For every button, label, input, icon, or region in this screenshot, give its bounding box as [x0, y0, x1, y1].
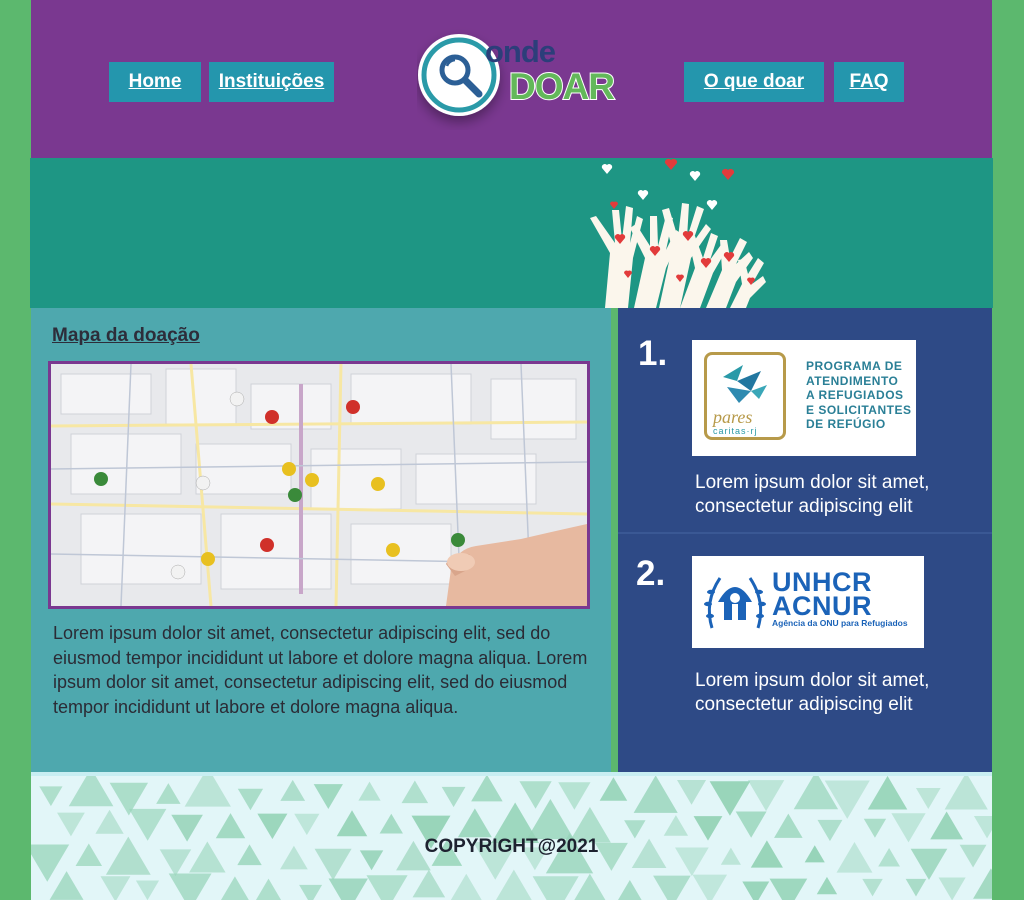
city-map-with-pins — [51, 364, 587, 606]
decorative-triangle — [156, 783, 181, 804]
decorative-triangle — [68, 776, 114, 807]
map-section-title: Mapa da doação — [52, 325, 200, 346]
decorative-triangle — [558, 782, 591, 810]
decorative-triangle — [457, 808, 492, 838]
decorative-triangle — [633, 776, 678, 813]
decorative-triangle — [915, 787, 941, 810]
decorative-triangle — [57, 812, 85, 837]
decorative-triangle — [450, 873, 482, 900]
decorative-triangle — [49, 871, 84, 900]
decorative-triangle — [255, 878, 282, 900]
decorative-triangle — [379, 813, 403, 834]
decorative-triangle — [863, 818, 887, 838]
decorative-triangle — [653, 875, 691, 900]
hero-banner — [30, 158, 993, 308]
decorative-triangle — [441, 786, 466, 808]
nav-home-link[interactable]: Home — [109, 62, 201, 102]
organizations-divider — [618, 532, 992, 534]
map-section: Mapa da doação Lorem ipsum dolor sit ame… — [31, 308, 611, 772]
decorative-triangle — [401, 780, 429, 804]
organizations-panel: 1. pares caritas·rj PROGRAMA DE ATENDIME… — [618, 308, 992, 772]
pares-program-text: PROGRAMA DE ATENDIMENTO A REFUGIADOS E S… — [806, 359, 912, 431]
decorative-triangle — [774, 813, 803, 838]
decorative-triangle — [215, 813, 246, 839]
donation-map-image[interactable] — [48, 361, 590, 609]
decorative-triangle — [412, 869, 446, 898]
unhcr-tagline: Agência da ONU para Refugiados — [772, 618, 908, 628]
pares-wordmark: pares — [713, 407, 753, 427]
decorative-triangle — [862, 878, 883, 897]
decorative-triangle — [677, 780, 707, 805]
nav-o-que-doar-link[interactable]: O que doar — [684, 62, 824, 102]
map-section-body: Lorem ipsum dolor sit amet, consectetur … — [53, 623, 588, 717]
unhcr-emblem-icon — [704, 577, 766, 629]
decorative-triangle — [237, 788, 264, 811]
decorative-triangle — [692, 874, 728, 900]
org-2-number: 2. — [636, 554, 666, 593]
org-1-logo[interactable]: pares caritas·rj PROGRAMA DE ATENDIMENTO… — [692, 340, 916, 456]
copyright-text: COPYRIGHT@2021 — [424, 836, 599, 857]
site-footer: COPYRIGHT@2021 — [31, 772, 992, 900]
decorative-triangle — [299, 884, 323, 900]
decorative-triangle — [867, 776, 908, 810]
site-logo[interactable]: onde DOAR — [417, 26, 622, 130]
decorative-triangle — [709, 781, 751, 816]
decorative-triangle — [328, 878, 368, 900]
decorative-triangle — [816, 876, 838, 895]
decorative-triangle — [618, 879, 642, 900]
decorative-triangle — [336, 810, 368, 837]
decorative-triangle — [742, 881, 770, 900]
logo-word-doar: DOAR — [508, 65, 616, 108]
nav-instituicoes-link[interactable]: Instituições — [209, 62, 334, 102]
decorative-triangle — [944, 776, 988, 810]
decorative-triangle — [663, 815, 689, 836]
decorative-triangle — [313, 784, 343, 810]
decorative-triangle — [135, 880, 160, 900]
decorative-triangle — [495, 869, 532, 900]
decorative-triangle — [735, 811, 767, 838]
site-header: Home Instituições O que doar FAQ onde DO… — [31, 0, 992, 158]
decorative-triangle — [905, 878, 927, 897]
pares-logo-frame: pares caritas·rj — [704, 352, 786, 440]
org-1-number: 1. — [638, 334, 668, 373]
nav-faq-link[interactable]: FAQ — [834, 62, 904, 102]
org-1-description: Lorem ipsum dolor sit amet, consectetur … — [695, 472, 930, 517]
acnur-wordmark: ACNUR — [772, 591, 872, 621]
decorative-triangle — [184, 776, 231, 807]
decorative-triangle — [471, 776, 503, 802]
decorative-triangle — [280, 779, 306, 801]
decorative-triangle — [100, 876, 131, 900]
pares-submark: caritas·rj — [713, 426, 758, 436]
decorative-triangle — [95, 809, 124, 834]
decorative-triangle — [747, 780, 785, 812]
decorative-triangle — [938, 877, 966, 900]
raised-hands-hearts-illustration — [590, 158, 766, 308]
decorative-triangle — [973, 868, 992, 899]
decorative-triangle — [769, 878, 808, 900]
decorative-triangle — [366, 875, 408, 900]
decorative-triangle — [358, 781, 381, 801]
decorative-triangle — [599, 777, 628, 801]
org-2-description: Lorem ipsum dolor sit amet, consectetur … — [695, 670, 930, 715]
decorative-triangle — [39, 786, 63, 807]
decorative-triangle — [221, 876, 249, 900]
logo-word-onde: onde — [485, 34, 556, 69]
decorative-triangle — [532, 876, 579, 900]
page: Home Instituições O que doar FAQ onde DO… — [30, 0, 993, 900]
decorative-triangle — [294, 813, 320, 836]
decorative-triangle — [519, 781, 552, 809]
decorative-triangle — [168, 873, 212, 900]
org-2-logo[interactable]: UNHCR ACNUR Agência da ONU para Refugiad… — [692, 556, 924, 648]
